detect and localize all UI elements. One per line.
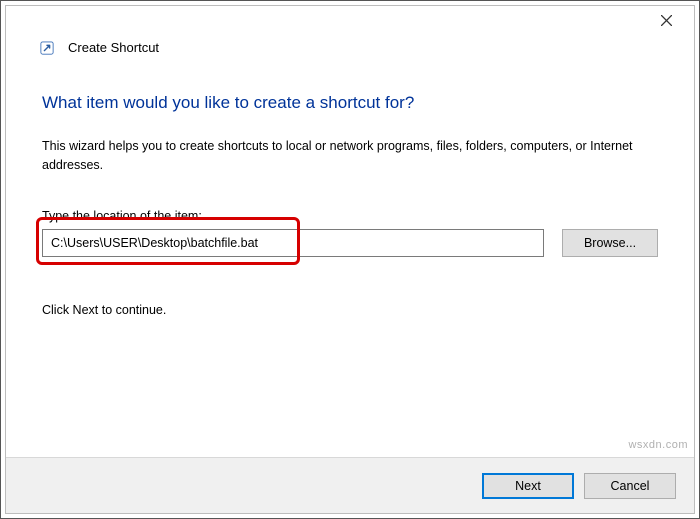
location-input[interactable] (42, 229, 544, 257)
wizard-description: This wizard helps you to create shortcut… (42, 137, 658, 175)
cancel-button[interactable]: Cancel (584, 473, 676, 499)
titlebar (6, 6, 694, 36)
next-button[interactable]: Next (482, 473, 574, 499)
close-icon (661, 13, 672, 29)
browse-button[interactable]: Browse... (562, 229, 658, 257)
close-button[interactable] (644, 7, 688, 35)
location-label: Type the location of the item: (42, 209, 658, 223)
dialog-body: What item would you like to create a sho… (6, 61, 694, 317)
shortcut-icon (40, 41, 54, 55)
main-heading: What item would you like to create a sho… (42, 93, 658, 113)
watermark-text: wsxdn.com (628, 439, 688, 451)
dialog-window: Create Shortcut What item would you like… (5, 5, 695, 514)
screenshot-frame: Create Shortcut What item would you like… (0, 0, 700, 519)
location-row: Browse... (42, 229, 658, 257)
dialog-title: Create Shortcut (68, 40, 159, 55)
dialog-header: Create Shortcut (6, 36, 694, 61)
dialog-footer: Next Cancel (6, 457, 694, 513)
continue-hint: Click Next to continue. (42, 303, 658, 317)
